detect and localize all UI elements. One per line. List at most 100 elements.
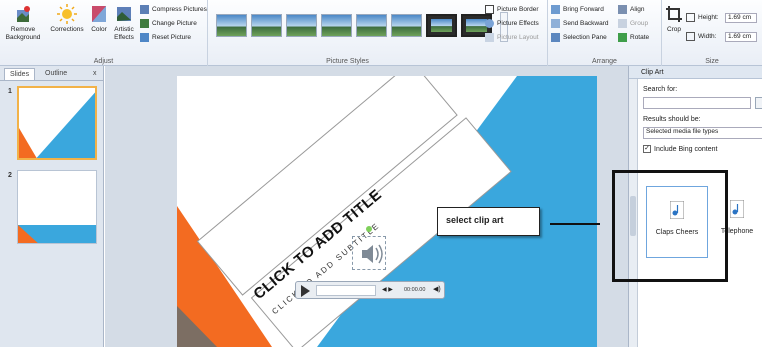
artistic-effects-icon (114, 4, 134, 24)
picture-effects-icon (485, 19, 494, 28)
rotate-handle[interactable] (366, 226, 372, 232)
include-bing-row[interactable]: ✓ Include Bing content (643, 145, 717, 153)
highlight-box (612, 170, 728, 282)
play-button[interactable] (301, 285, 310, 297)
compress-pictures-label: Compress Pictures (152, 6, 207, 13)
seek-icon[interactable]: ◀ ▶ (382, 286, 393, 293)
tab-outline[interactable]: Outline (40, 68, 72, 80)
selection-pane-icon (551, 33, 560, 42)
tab-divider (0, 80, 104, 81)
bring-forward-label: Bring Forward (563, 6, 604, 13)
bring-forward-button[interactable]: Bring Forward (551, 5, 604, 14)
annotation-pointer-line (550, 223, 600, 225)
size-group: Crop Height: 1.69 cm Width: 1.69 cm Size (662, 0, 762, 66)
picture-styles-group-label: Picture Styles (326, 58, 369, 65)
width-field[interactable]: 1.69 cm (725, 32, 757, 42)
size-group-label: Size (705, 58, 719, 65)
change-picture-button[interactable]: Change Picture (140, 19, 197, 28)
picture-border-icon (485, 5, 494, 14)
corrections-label: Corrections (50, 26, 84, 33)
picture-layout-button[interactable]: Picture Layout (485, 33, 539, 42)
slide-2-thumb-art (18, 225, 96, 243)
audio-clip-icon (729, 199, 745, 219)
picture-style-3[interactable] (286, 14, 317, 37)
artistic-effects-label: Artistic Effects (114, 26, 134, 41)
include-bing-label: Include Bing content (654, 145, 718, 153)
slide-number-2: 2 (8, 172, 12, 179)
adjust-group-label: Adjust (93, 58, 114, 65)
slide-number-1: 1 (8, 88, 12, 95)
include-bing-checkbox[interactable]: ✓ (643, 145, 651, 153)
sun-icon (57, 4, 77, 24)
picture-layout-label: Picture Layout (497, 34, 539, 41)
picture-style-5[interactable] (356, 14, 387, 37)
picture-style-2[interactable] (251, 14, 282, 37)
align-button[interactable]: Align (618, 5, 644, 14)
picture-layout-icon (485, 33, 494, 42)
audio-object[interactable] (352, 236, 386, 270)
align-icon (618, 5, 627, 14)
compress-pictures-button[interactable]: Compress Pictures (140, 5, 207, 14)
close-pane-button[interactable]: x (88, 68, 102, 80)
artistic-effects-button[interactable]: Artistic Effects (111, 4, 137, 42)
corrections-button[interactable]: Corrections (49, 4, 85, 34)
crop-label: Crop (666, 26, 682, 33)
picture-style-7[interactable] (426, 14, 457, 37)
media-progress-bar[interactable] (316, 285, 376, 296)
volume-icon[interactable]: ◀) (433, 285, 441, 293)
crop-button[interactable]: Crop (664, 4, 684, 34)
width-label: Width: (698, 33, 717, 40)
height-field[interactable]: 1.69 cm (725, 13, 757, 23)
slide-canvas: CLICK TO ADD TITLE CLICK TO ADD SUBTITLE… (105, 66, 628, 347)
rotate-button[interactable]: Rotate (618, 33, 649, 42)
selection-pane-button[interactable]: Selection Pane (551, 33, 607, 42)
height-icon (686, 13, 695, 22)
slide-1-thumb-art (19, 92, 95, 158)
picture-style-1[interactable] (216, 14, 247, 37)
picture-effects-button[interactable]: Picture Effects (485, 19, 539, 28)
remove-background-icon (13, 4, 33, 24)
go-button[interactable] (755, 97, 762, 109)
arrange-group-label: Arrange (592, 58, 617, 65)
ribbon: Remove Background Corrections Color Arti… (0, 0, 762, 66)
group-button[interactable]: Group (618, 19, 648, 28)
reset-picture-icon (140, 33, 149, 42)
color-label: Color (91, 26, 107, 33)
compress-icon (140, 5, 149, 14)
reset-picture-button[interactable]: Reset Picture (140, 33, 191, 42)
search-input[interactable] (643, 97, 751, 109)
reset-picture-label: Reset Picture (152, 34, 192, 41)
arrange-group: Bring Forward Send Backward Selection Pa… (548, 0, 662, 66)
media-time: 00:00.00 (404, 287, 426, 293)
slide-thumbnail-2[interactable] (17, 170, 97, 244)
remove-background-button[interactable]: Remove Background (2, 4, 44, 42)
results-label: Results should be: (643, 116, 701, 123)
change-picture-label: Change Picture (152, 20, 197, 27)
bring-forward-icon (551, 5, 560, 14)
picture-style-6[interactable] (391, 14, 422, 37)
tab-slides[interactable]: Slides (4, 68, 36, 80)
selection-pane-label: Selection Pane (563, 34, 607, 41)
picture-style-4[interactable] (321, 14, 352, 37)
width-row: Width: (686, 32, 716, 41)
results-dropdown[interactable]: Selected media file types (643, 127, 762, 139)
change-picture-icon (140, 19, 149, 28)
picture-effects-label: Picture Effects (497, 20, 539, 27)
media-controls: ◀ ▶ 00:00.00 ◀) (295, 281, 445, 299)
clip-art-title: Clip Art (629, 66, 762, 79)
slide-thumbnail-1[interactable] (17, 86, 97, 160)
color-icon (89, 4, 109, 24)
height-label: Height: (698, 14, 719, 21)
slides-pane: Slides Outline x 1 2 (0, 66, 104, 347)
search-label: Search for: (643, 86, 678, 93)
send-backward-button[interactable]: Send Backward (551, 19, 609, 28)
picture-border-button[interactable]: Picture Border (485, 5, 539, 14)
crop-icon (664, 4, 684, 24)
group-label: Group (630, 20, 649, 27)
height-row: Height: (686, 13, 719, 22)
width-icon (686, 32, 695, 41)
speaker-icon (362, 244, 383, 264)
color-button[interactable]: Color (87, 4, 111, 34)
annotation-callout: select clip art (437, 207, 540, 236)
remove-background-label: Remove Background (5, 26, 41, 41)
